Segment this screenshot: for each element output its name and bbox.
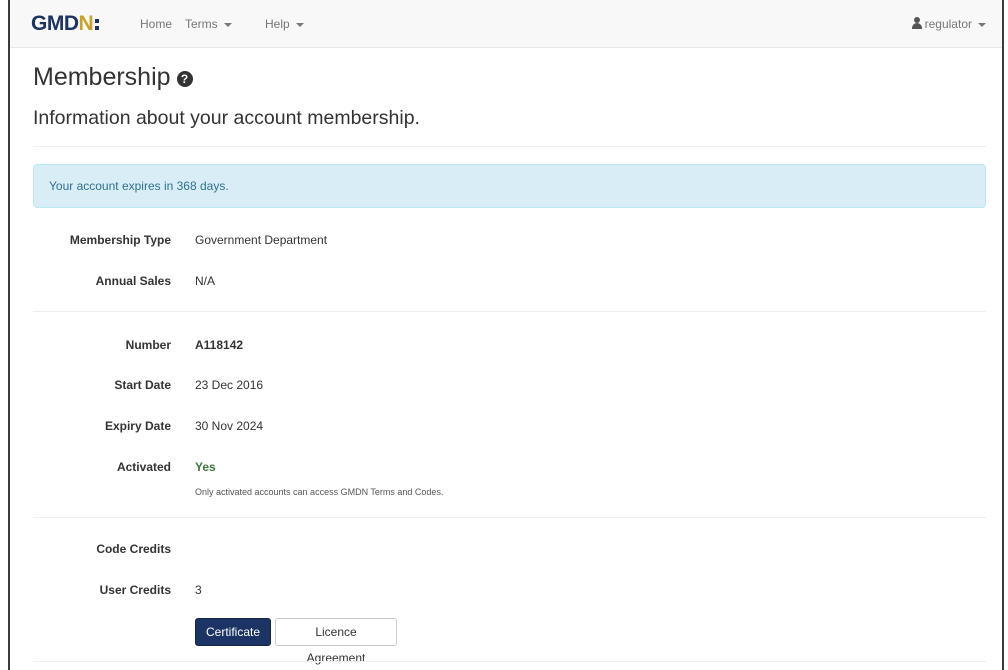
divider [33, 661, 986, 662]
caret-down-icon [978, 22, 986, 27]
user-name-label: regulator [924, 17, 972, 31]
caret-down-icon [223, 22, 232, 27]
question-circle-icon[interactable]: ? [176, 71, 193, 87]
logo-dots-icon [95, 14, 100, 34]
number-value: A118142 [195, 338, 244, 352]
nav-help-dropdown[interactable]: Help [265, 17, 304, 31]
activated-label: Activated [116, 460, 171, 474]
page-subtitle: Information about your account membershi… [33, 107, 420, 129]
page-title-text: Membership [33, 63, 171, 91]
user-menu-dropdown[interactable]: regulator [911, 17, 986, 31]
nav-terms-dropdown[interactable]: Terms [185, 17, 232, 31]
nav-terms-label: Terms [185, 17, 218, 31]
divider [33, 311, 986, 312]
divider [33, 517, 986, 518]
logo-text-n: N [78, 12, 94, 35]
activated-help-text: Only activated accounts can access GMDN … [195, 487, 444, 497]
expiry-date-value: 30 Nov 2024 [195, 419, 264, 433]
number-label: Number [125, 338, 171, 352]
activated-value: Yes [195, 460, 216, 474]
membership-type-label: Membership Type [69, 233, 171, 247]
logo-text-gmd: GMD [31, 12, 79, 35]
user-icon [911, 17, 922, 29]
page-title: Membership? [33, 62, 193, 92]
annual-sales-value: N/A [195, 274, 216, 288]
divider [33, 146, 986, 147]
navbar: GMD N Home Terms Help regulator [10, 0, 1002, 48]
start-date-label: Start Date [114, 378, 171, 392]
nav-home-link[interactable]: Home [140, 17, 172, 31]
membership-type-value: Government Department [195, 233, 328, 247]
licence-agreement-button[interactable]: Licence Agreement [275, 618, 397, 665]
expiry-alert: Your account expires in 368 days. [33, 164, 986, 208]
app-frame: GMD N Home Terms Help regulator Membershi… [8, 0, 1004, 670]
certificate-button[interactable]: Certificate [195, 618, 271, 646]
caret-down-icon [295, 22, 304, 27]
nav-help-label: Help [265, 17, 290, 31]
gmdn-logo[interactable]: GMD N [31, 11, 100, 37]
start-date-value: 23 Dec 2016 [195, 378, 264, 392]
user-credits-label: User Credits [99, 583, 171, 597]
code-credits-label: Code Credits [96, 542, 171, 556]
expiry-date-label: Expiry Date [104, 419, 171, 433]
user-credits-value: 3 [195, 583, 202, 597]
annual-sales-label: Annual Sales [95, 274, 171, 288]
